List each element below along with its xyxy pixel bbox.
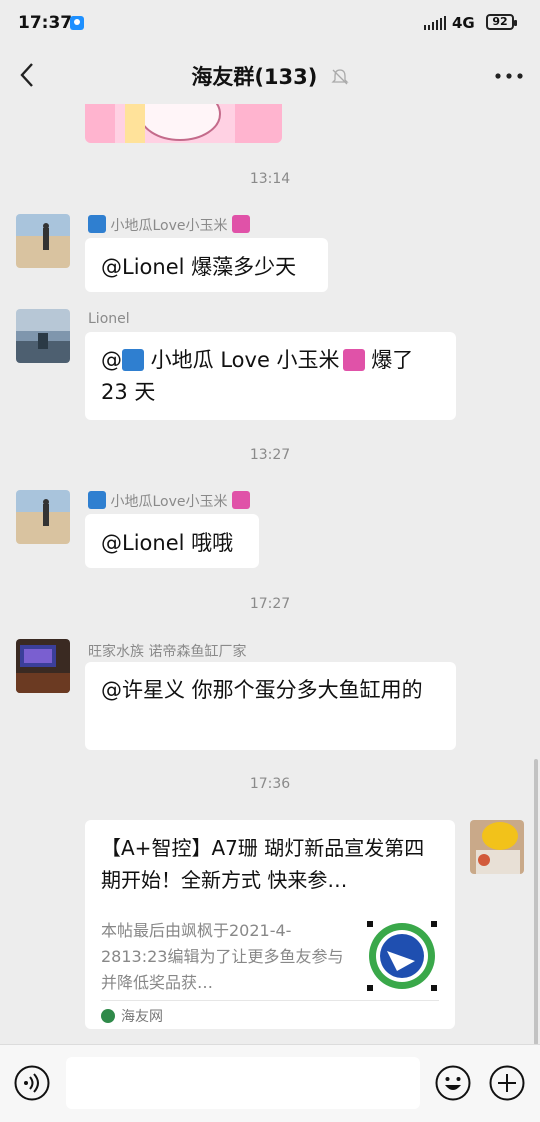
woman-emoji-icon [342, 349, 365, 371]
source-logo-icon [101, 1009, 115, 1023]
emoji-icon[interactable] [435, 1065, 471, 1101]
mention-name: 小地瓜 Love 小玉米 [144, 348, 340, 372]
mention-prefix: @ [101, 348, 122, 372]
chat-messages[interactable]: 13:14 小地瓜Love小玉米 @Lionel 爆藻多少天 Lionel @ … [0, 104, 540, 1044]
sender-name: 小地瓜Love小玉米 [110, 494, 228, 510]
link-card[interactable]: 【A+智控】A7珊 瑚灯新品宣发第四期开始！全新方式 快来参… 本帖最后由飒枫于… [85, 820, 455, 1029]
link-card-source: 海友网 [121, 1009, 163, 1025]
more-options-icon[interactable] [492, 61, 526, 91]
message-bubble[interactable]: @许星义 你那个蛋分多大鱼缸用的 [85, 662, 456, 750]
battery-indicator: 92 [486, 14, 517, 30]
avatar[interactable] [16, 490, 70, 544]
network-type: 4G [452, 14, 475, 32]
mute-bell-icon [331, 69, 349, 85]
chat-title: 海友群(133) [191, 65, 318, 89]
scrollbar[interactable] [534, 759, 538, 1044]
link-card-description: 本帖最后由飒枫于2021-4-2813:23编辑为了让更多鱼友参与并降低奖品获… [101, 921, 344, 992]
timestamp: 13:14 [249, 171, 291, 187]
sender-name: 旺家水族 诺帝森鱼缸厂家 [88, 644, 247, 660]
man-emoji-icon [88, 215, 106, 233]
man-emoji-icon [88, 491, 106, 509]
status-bar: 17:37 4G 92 [0, 0, 540, 48]
avatar[interactable] [16, 309, 70, 363]
message-text: 爆了 [364, 348, 414, 372]
message-input[interactable] [66, 1057, 420, 1109]
message-bubble[interactable]: @Lionel 哦哦 [85, 514, 259, 568]
timestamp: 17:27 [249, 596, 291, 612]
link-card-title: 【A+智控】A7珊 瑚灯新品宣发第四期开始！全新方式 快来参… [101, 836, 425, 892]
woman-emoji-icon [231, 215, 250, 233]
my-avatar[interactable] [470, 820, 524, 874]
add-more-icon[interactable] [489, 1065, 525, 1101]
message-bubble[interactable]: @Lionel 爆藻多少天 [85, 238, 328, 292]
sender-name: Lionel [88, 311, 130, 327]
avatar[interactable] [16, 639, 70, 693]
message-bubble[interactable]: @ 小地瓜 Love 小玉米 爆了 23 天 [85, 332, 456, 420]
input-bar [0, 1044, 540, 1122]
app-notification-icon [70, 16, 84, 30]
signal-icon [424, 16, 446, 30]
message-text: 23 天 [101, 380, 156, 404]
status-time: 17:37 [18, 13, 73, 33]
voice-input-icon[interactable] [14, 1065, 50, 1101]
timestamp: 17:36 [249, 776, 291, 792]
avatar[interactable] [16, 214, 70, 268]
chat-header: 海友群(133) [0, 48, 540, 104]
link-card-thumbnail [367, 921, 437, 991]
woman-emoji-icon [231, 491, 250, 509]
sticker-image[interactable] [85, 104, 282, 143]
sender-name: 小地瓜Love小玉米 [110, 218, 228, 234]
man-emoji-icon [122, 349, 144, 371]
timestamp: 13:27 [249, 447, 291, 463]
